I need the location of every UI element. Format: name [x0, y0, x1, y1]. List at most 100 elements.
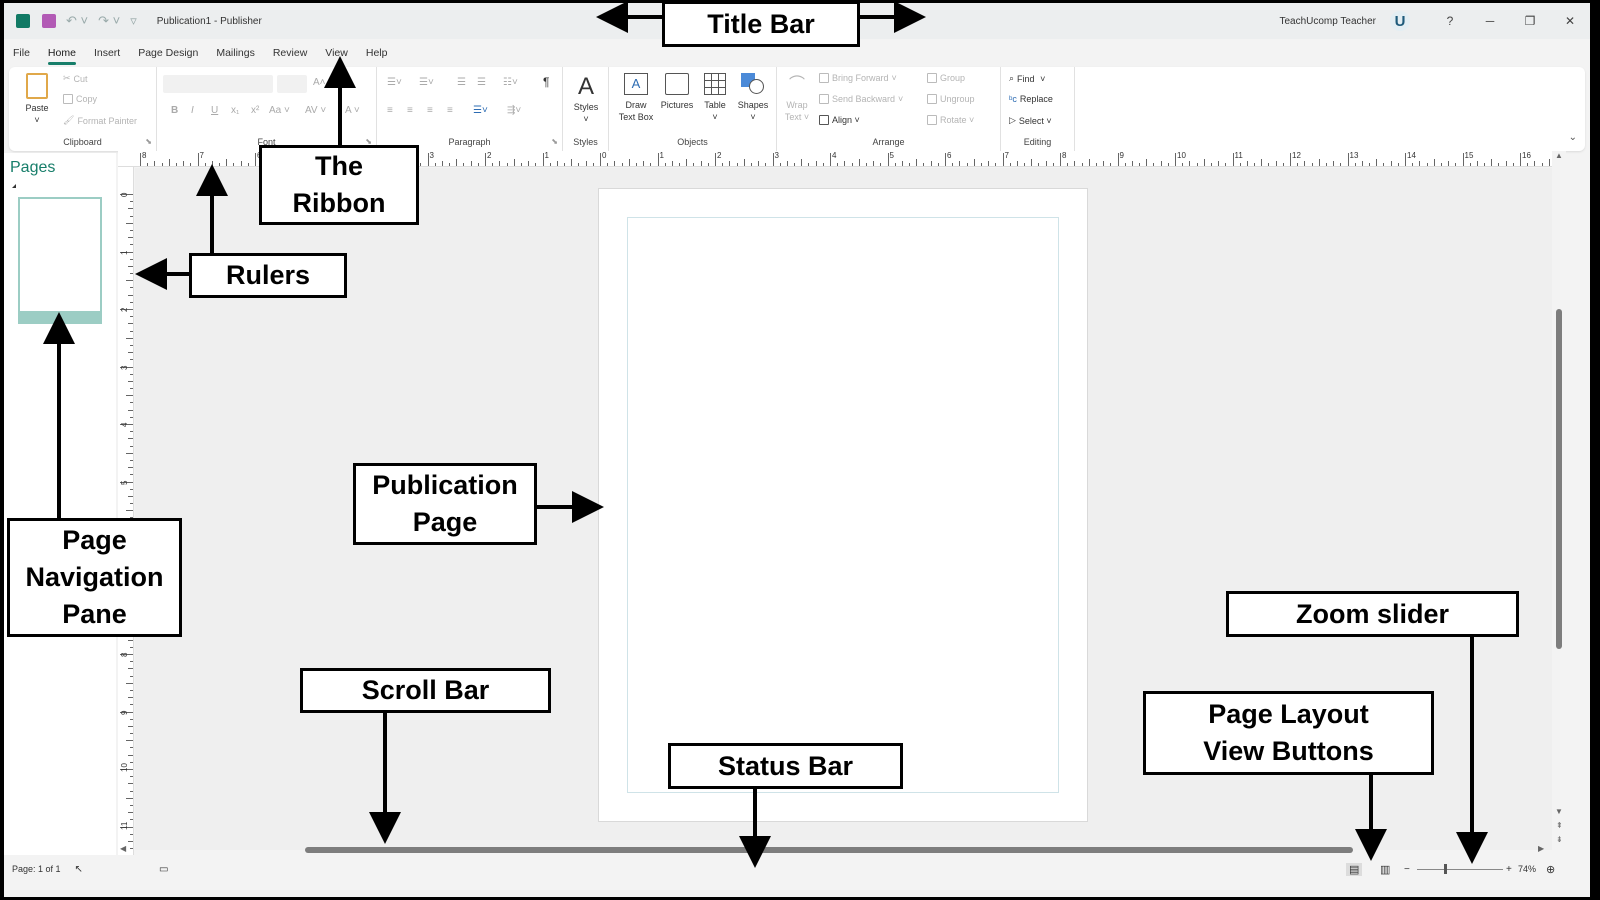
user-name[interactable]: TeachUcomp Teacher [1279, 16, 1376, 27]
close-button[interactable]: ✕ [1550, 14, 1590, 28]
publication-page[interactable] [598, 188, 1088, 822]
justify-icon[interactable]: ≡ [447, 105, 453, 116]
font-color-button[interactable]: A ˅ [345, 105, 360, 116]
zoom-slider-thumb[interactable] [1444, 864, 1447, 874]
align-center-icon[interactable]: ≡ [407, 105, 413, 116]
tab-review[interactable]: Review [264, 47, 316, 59]
zoom-slider[interactable] [1417, 869, 1503, 870]
paste-button[interactable]: Paste ˅ [19, 73, 55, 126]
bold-button[interactable]: B [171, 105, 178, 116]
zoom-percent[interactable]: 74% [1518, 864, 1536, 874]
scroll-up-icon[interactable]: ▲ [1555, 151, 1563, 160]
ruler-minor-tick [130, 747, 133, 749]
tab-home[interactable]: Home [39, 47, 85, 65]
italic-button[interactable]: I [191, 105, 194, 116]
dialog-launcher-icon[interactable]: ⬊ [551, 137, 558, 146]
group-button[interactable]: Group [927, 73, 965, 83]
tab-mailings[interactable]: Mailings [207, 47, 264, 59]
bring-forward-button[interactable]: Bring Forward ˅ [819, 73, 897, 83]
ungroup-button[interactable]: Ungroup [927, 94, 975, 104]
table-icon [704, 73, 726, 95]
text-direction-icon[interactable]: ⇶˅ [507, 105, 521, 116]
minimize-button[interactable]: ─ [1470, 14, 1510, 28]
zoom-out-button[interactable]: − [1404, 864, 1410, 875]
align-right-icon[interactable]: ≡ [427, 105, 433, 116]
ruler-minor-tick [130, 287, 133, 289]
tab-view[interactable]: View [316, 47, 357, 59]
bullets-icon[interactable]: ☰˅ [387, 77, 402, 88]
tab-help[interactable]: Help [357, 47, 397, 59]
ruler-minor-tick [635, 163, 637, 166]
ruler-minor-tick [930, 161, 932, 166]
horizontal-scrollbar[interactable]: ◀ ▶ [118, 843, 1552, 855]
line-spacing-icon[interactable]: ☰˅ [473, 105, 488, 116]
page-number-status[interactable]: Page: 1 of 1 [12, 864, 61, 874]
font-name-combo[interactable] [163, 75, 273, 93]
columns-icon[interactable]: ☷˅ [503, 77, 518, 88]
find-button[interactable]: ⌕ Find ˅ [1009, 73, 1045, 84]
scroll-left-icon[interactable]: ◀ [120, 844, 126, 853]
ruler-minor-tick [801, 159, 803, 166]
align-left-icon[interactable]: ≡ [387, 105, 393, 116]
ruler-minor-tick [959, 161, 961, 166]
customize-quick-access-icon[interactable]: ▿ [130, 13, 137, 29]
single-page-view-button[interactable]: ▤ [1346, 862, 1363, 876]
horizontal-scroll-thumb[interactable] [305, 847, 1353, 853]
previous-page-icon[interactable]: ⇞ [1556, 821, 1563, 830]
vertical-ruler[interactable]: 01234567891011 [118, 167, 134, 855]
help-button[interactable]: ? [1430, 14, 1470, 28]
tab-file[interactable]: File [4, 47, 39, 59]
dialog-launcher-icon[interactable]: ⬊ [145, 137, 152, 146]
show-marks-button[interactable]: ¶ [543, 75, 549, 89]
scroll-down-icon[interactable]: ▼ [1555, 807, 1563, 816]
decrease-indent-icon[interactable]: ☰ [457, 77, 466, 88]
ruler-minor-tick [204, 163, 206, 166]
font-size-combo[interactable] [277, 75, 307, 93]
replace-button[interactable]: ᵇc Replace [1009, 94, 1053, 104]
subscript-button[interactable]: x₁ [231, 105, 239, 116]
format-painter-button[interactable]: 🖌 Format Painter [63, 115, 137, 126]
underline-button[interactable]: U [211, 105, 218, 116]
character-spacing-button[interactable]: AV ˅ [305, 105, 326, 116]
rotate-button[interactable]: Rotate ˅ [927, 115, 974, 125]
undo-button[interactable]: ↶ ˅ [66, 13, 88, 29]
tab-page-design[interactable]: Page Design [129, 47, 207, 59]
ruler-label: 3 [429, 151, 434, 160]
next-page-icon[interactable]: ⇟ [1556, 835, 1563, 844]
superscript-button[interactable]: x² [251, 105, 259, 116]
send-backward-button[interactable]: Send Backward ˅ [819, 94, 903, 104]
vertical-scrollbar[interactable]: ▲ ▼ ⇞ ⇟ [1552, 151, 1566, 855]
collapse-triangle-icon[interactable] [12, 184, 16, 188]
shapes-button[interactable]: Shapes ˅ [733, 73, 773, 123]
table-button[interactable]: Table ˅ [699, 73, 731, 123]
publisher-logo-icon [16, 14, 30, 28]
styles-button[interactable]: A Styles ˅ [567, 73, 605, 125]
two-page-spread-button[interactable]: ▥ [1380, 863, 1390, 876]
ruler-minor-tick [1325, 163, 1327, 166]
grow-font-button[interactable]: A˄ [313, 77, 326, 88]
collapse-ribbon-icon[interactable]: ⌄ [1569, 132, 1577, 143]
save-icon[interactable] [42, 14, 56, 28]
wrap-text-button[interactable]: ⌒ Wrap Text ˅ [781, 75, 813, 123]
numbering-icon[interactable]: ☰˅ [419, 77, 434, 88]
pictures-button[interactable]: Pictures [657, 73, 697, 111]
tab-insert[interactable]: Insert [85, 47, 129, 59]
vertical-scroll-thumb[interactable] [1556, 309, 1562, 649]
chevron-down-icon: ˅ [891, 73, 897, 83]
scroll-right-icon[interactable]: ▶ [1538, 844, 1544, 853]
increase-indent-icon[interactable]: ☰ [477, 77, 486, 88]
copy-button[interactable]: Copy [63, 94, 97, 104]
page-thumbnail[interactable] [18, 197, 102, 313]
avatar[interactable]: U [1390, 11, 1410, 31]
zoom-in-button[interactable]: + [1506, 864, 1512, 875]
change-case-button[interactable]: Aa ˅ [269, 105, 290, 116]
select-button[interactable]: ▷ Select ˅ [1009, 115, 1052, 126]
ruler-minor-tick [128, 783, 133, 785]
ruler-minor-tick [1016, 161, 1018, 166]
redo-button[interactable]: ↷ ˅ [98, 13, 120, 29]
draw-text-box-button[interactable]: A Draw Text Box [615, 73, 657, 123]
fit-page-icon[interactable]: ⊕ [1546, 863, 1555, 876]
align-button[interactable]: Align ˅ [819, 115, 860, 125]
cut-button[interactable]: ✂ Cut [63, 73, 88, 84]
restore-button[interactable]: ❐ [1510, 14, 1550, 28]
